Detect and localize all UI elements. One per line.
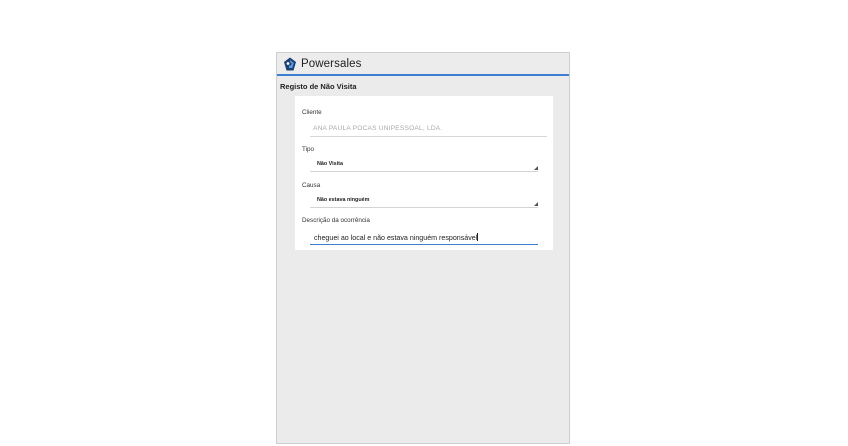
app-window: Powersales Registo de Não Visita Cliente… [276,52,570,444]
causa-dropdown[interactable]: Não estava ninguém [310,196,538,208]
descricao-underline [310,244,538,245]
cliente-underline [310,136,547,137]
form-card: Cliente ANA PAULA POCAS UNIPESSOAL, LDA.… [295,96,553,250]
app-title: Powersales [301,57,362,70]
cliente-field: ANA PAULA POCAS UNIPESSOAL, LDA. [313,125,443,132]
descricao-value: cheguei ao local e não estava ninguém re… [314,234,478,242]
descricao-input[interactable]: cheguei ao local e não estava ninguém re… [310,231,538,245]
app-bar: Powersales [277,53,569,76]
causa-label: Causa [302,182,321,189]
dropdown-arrow-icon [534,166,538,170]
cliente-label: Cliente [302,109,322,116]
descricao-label: Descrição da ocorrência [302,217,370,224]
tipo-underline [310,171,538,172]
text-cursor [477,233,479,241]
causa-underline [310,207,538,208]
powersales-logo-icon [283,57,297,71]
causa-value: Não estava ninguém [317,197,370,203]
dropdown-arrow-icon [534,202,538,206]
tipo-value: Não Visita [317,161,343,167]
screen-title: Registo de Não Visita [280,82,357,91]
tipo-label: Tipo [302,146,315,153]
tipo-dropdown[interactable]: Não Visita [310,160,538,172]
